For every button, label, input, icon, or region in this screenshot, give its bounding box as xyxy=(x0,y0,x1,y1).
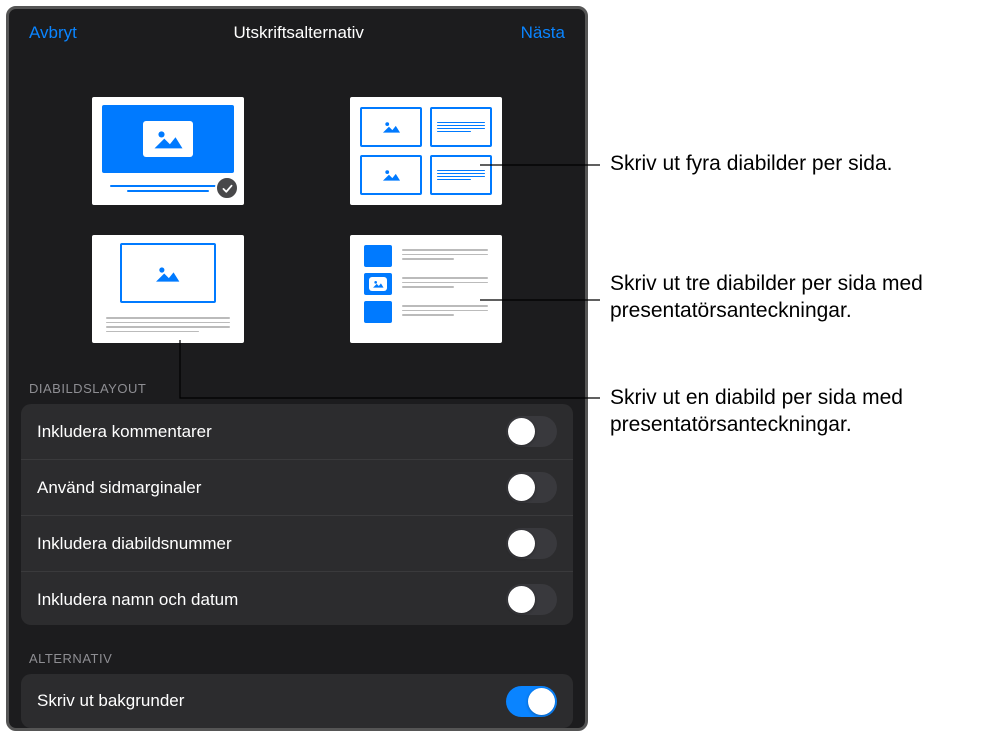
next-button[interactable]: Nästa xyxy=(521,23,565,43)
setting-label: Inkludera diabildsnummer xyxy=(37,534,232,554)
setting-label: Använd sidmarginaler xyxy=(37,478,201,498)
callout-three-notes: Skriv ut tre diabilder per sida med pres… xyxy=(610,270,990,325)
setting-label: Inkludera namn och datum xyxy=(37,590,238,610)
checkmark-icon xyxy=(215,176,239,200)
callout-four-up: Skriv ut fyra diabilder per sida. xyxy=(610,150,990,177)
setting-include-name-date: Inkludera namn och datum xyxy=(21,572,573,625)
section-label-options: ALTERNATIV xyxy=(9,643,585,674)
layout-four-per-page[interactable] xyxy=(350,97,502,205)
setting-use-margins: Använd sidmarginaler xyxy=(21,460,573,516)
setting-label: Skriv ut bakgrunder xyxy=(37,691,184,711)
setting-include-comments: Inkludera kommentarer xyxy=(21,404,573,460)
toggle-print-backgrounds[interactable] xyxy=(506,686,557,717)
toggle-include-comments[interactable] xyxy=(506,416,557,447)
layout-three-with-notes[interactable] xyxy=(350,235,502,343)
layout-single-slide[interactable] xyxy=(92,97,244,205)
toggle-include-name-date[interactable] xyxy=(506,584,557,615)
setting-include-slide-numbers: Inkludera diabildsnummer xyxy=(21,516,573,572)
cancel-button[interactable]: Avbryt xyxy=(29,23,77,43)
layout-one-with-notes[interactable] xyxy=(92,235,244,343)
setting-label: Inkludera kommentarer xyxy=(37,422,212,442)
header-title: Utskriftsalternativ xyxy=(234,23,364,43)
callout-one-notes: Skriv ut en diabild per sida med present… xyxy=(610,384,990,439)
setting-print-backgrounds: Skriv ut bakgrunder xyxy=(21,674,573,728)
print-options-panel: Avbryt Utskriftsalternativ Nästa xyxy=(6,6,588,731)
header: Avbryt Utskriftsalternativ Nästa xyxy=(9,9,585,57)
toggle-include-slide-numbers[interactable] xyxy=(506,528,557,559)
options-settings-group: Skriv ut bakgrunder xyxy=(21,674,573,728)
layout-settings-group: Inkludera kommentarer Använd sidmarginal… xyxy=(21,404,573,625)
layout-grid xyxy=(9,57,585,373)
section-label-layout: DIABILDSLAYOUT xyxy=(9,373,585,404)
toggle-use-margins[interactable] xyxy=(506,472,557,503)
